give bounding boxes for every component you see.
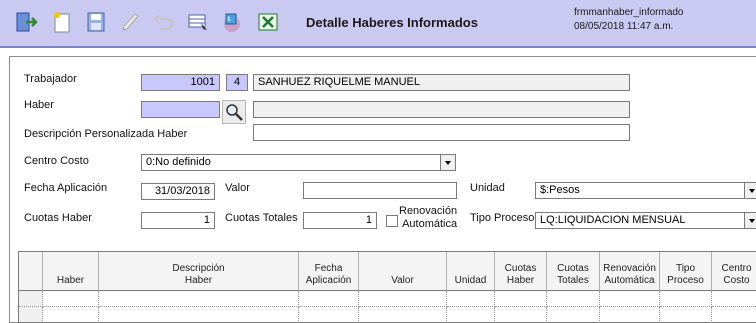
grid-cell[interactable] [600,307,660,322]
haberes-grid: Haber Descripción Haber Fecha Aplicación… [18,251,756,323]
haber-label: Haber [24,99,54,111]
grid-header-cuotas-haber[interactable]: Cuotas Haber [495,252,547,291]
grid-row-selector-header [19,252,43,291]
cuotas-haber-label: Cuotas Haber [24,212,92,224]
grid-cell[interactable] [299,291,359,307]
grid-cell[interactable] [495,307,547,322]
svg-text:$: $ [227,16,231,23]
edit-icon[interactable] [118,10,142,34]
chevron-down-icon[interactable] [744,183,756,198]
grid-header-haber[interactable]: Haber [43,252,99,291]
excel-icon[interactable] [256,10,280,34]
trabajador-name-field: SANHUEZ RIQUELME MANUEL [253,74,630,91]
fecha-aplicacion-field[interactable]: 31/03/2018 [141,183,215,200]
renovacion-checkbox[interactable] [386,215,398,227]
window-title: Detalle Haberes Informados [306,15,478,30]
magnifier-icon [226,104,243,121]
grid-cell[interactable] [447,307,495,322]
haber-search-button[interactable] [222,100,246,124]
grid-header-fecha[interactable]: Fecha Aplicación [299,252,359,291]
grid-cell[interactable] [600,291,660,307]
cuotas-totales-field[interactable]: 1 [303,212,377,229]
form-name: frmmanhaber_informado [574,7,684,18]
grid-header-cuotas-totales[interactable]: Cuotas Totales [547,252,600,291]
save-icon[interactable] [84,10,108,34]
trabajador-label: Trabajador [24,73,77,85]
grid-row-selector[interactable] [19,307,43,322]
renovacion-label: Renovación Automática [399,205,458,230]
haber-desc-field [253,101,630,118]
centro-costo-label: Centro Costo [24,155,89,167]
cuotas-haber-field[interactable]: 1 [141,212,215,229]
trabajador-code-field[interactable]: 1001 [141,74,220,91]
valor-label: Valor [225,182,250,194]
grid-cell[interactable] [99,307,299,322]
grid-cell[interactable] [43,307,99,322]
grid-cell[interactable] [299,307,359,322]
unidad-select[interactable]: $:Pesos [535,182,756,199]
grid-cell[interactable] [359,291,447,307]
grid-cell[interactable] [547,291,600,307]
grid-header-descripcion[interactable]: Descripción Haber [99,252,299,291]
tipo-proceso-value: LQ:LIQUIDACION MENSUAL [540,214,686,226]
grid-header-valor[interactable]: Valor [359,252,447,291]
unidad-value: $:Pesos [540,184,580,196]
descripcion-label: Descripción Personalizada Haber [24,128,188,140]
grid-header-renovacion[interactable]: Renovación Automática [600,252,660,291]
grid-header-tipo-proceso[interactable]: Tipo Proceso [660,252,712,291]
fecha-aplicacion-label: Fecha Aplicación [24,182,108,194]
grid-cell[interactable] [712,307,756,322]
descripcion-field[interactable] [253,124,630,141]
grid-cell[interactable] [495,291,547,307]
grid-cell[interactable] [660,291,712,307]
chevron-down-icon[interactable] [440,155,455,170]
datetime: 08/05/2018 11:47 a.m. [574,21,674,32]
new-icon[interactable] [50,10,74,34]
tipo-proceso-label: Tipo Proceso [470,212,535,224]
chevron-down-icon[interactable] [744,213,756,228]
centro-costo-value: 0:No definido [146,156,211,168]
haber-code-field[interactable] [141,101,220,118]
grid-row-selector[interactable] [19,291,43,307]
grid-cell[interactable] [547,307,600,322]
cuotas-totales-label: Cuotas Totales [225,212,298,224]
grid-cell[interactable] [712,291,756,307]
grid-cell[interactable] [660,307,712,322]
grid-cell[interactable] [359,307,447,322]
trabajador-dv-field[interactable]: 4 [226,74,248,91]
undo-icon[interactable] [152,10,176,34]
grid-cell[interactable] [447,291,495,307]
unidad-label: Unidad [470,182,505,194]
toolbar: $ Detalle Haberes Informados frmmanhaber… [0,0,756,48]
exit-icon[interactable] [14,10,38,34]
grid-cell[interactable] [43,291,99,307]
grid-cell[interactable] [99,291,299,307]
valor-field[interactable] [303,182,457,199]
grid-header-unidad[interactable]: Unidad [447,252,495,291]
grid-header-centro-costo[interactable]: Centro Costo [712,252,756,291]
centro-costo-select[interactable]: 0:No definido [141,154,456,171]
query-icon[interactable] [186,10,210,34]
print-icon[interactable]: $ [220,10,244,34]
tipo-proceso-select[interactable]: LQ:LIQUIDACION MENSUAL [535,212,756,229]
